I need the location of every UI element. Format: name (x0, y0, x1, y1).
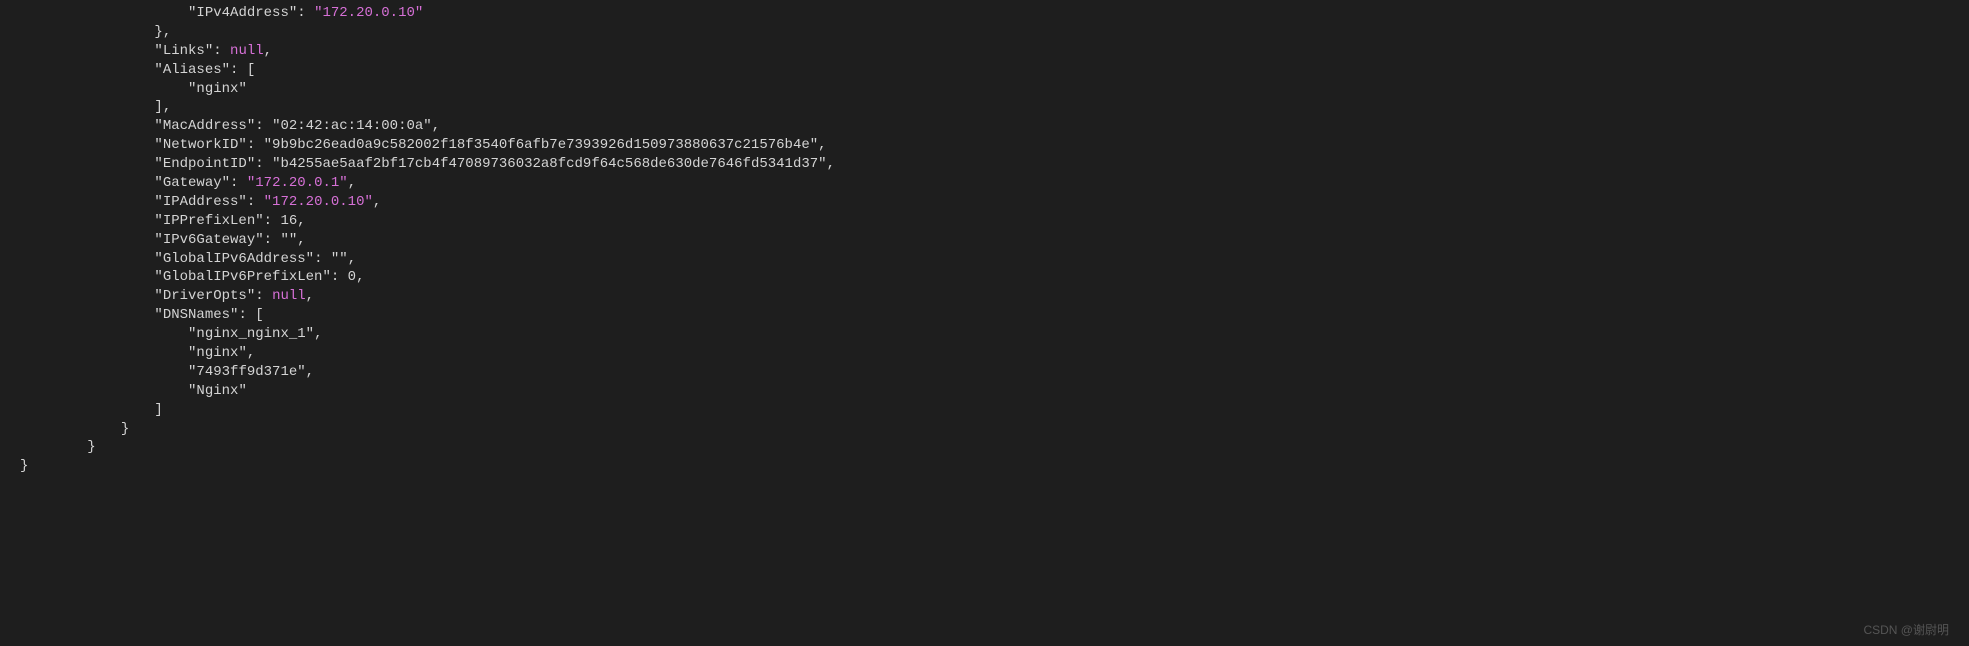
code-line: }, (20, 24, 171, 40)
code-line: "IPAddress": "172.20.0.10", (20, 194, 381, 210)
code-line: ] (20, 402, 163, 418)
code-line: "DriverOpts": null, (20, 288, 314, 304)
code-line: "NetworkID": "9b9bc26ead0a9c582002f18f35… (20, 137, 827, 153)
code-line: "IPv4Address": "172.20.0.10" (20, 5, 423, 21)
code-line: "IPPrefixLen": 16, (20, 213, 306, 229)
code-line: "EndpointID": "b4255ae5aaf2bf17cb4f47089… (20, 156, 835, 172)
json-code-block: "IPv4Address": "172.20.0.10" }, "Links":… (0, 0, 1969, 476)
code-line: "Aliases": [ (20, 62, 255, 78)
code-line: } (20, 421, 129, 437)
code-line: "MacAddress": "02:42:ac:14:00:0a", (20, 118, 440, 134)
code-line: } (20, 458, 28, 474)
code-line: "DNSNames": [ (20, 307, 264, 323)
code-line: "IPv6Gateway": "", (20, 232, 306, 248)
code-line: "Gateway": "172.20.0.1", (20, 175, 356, 191)
code-line: "nginx_nginx_1", (20, 326, 322, 342)
code-line: "GlobalIPv6Address": "", (20, 251, 356, 267)
code-line: "nginx" (20, 81, 247, 97)
code-line: ], (20, 99, 171, 115)
code-line: } (20, 439, 96, 455)
code-line: "Links": null, (20, 43, 272, 59)
code-line: "7493ff9d371e", (20, 364, 314, 380)
code-line: "nginx", (20, 345, 255, 361)
code-line: "GlobalIPv6PrefixLen": 0, (20, 269, 364, 285)
watermark-text: CSDN @谢尉明 (1863, 622, 1949, 638)
code-line: "Nginx" (20, 383, 247, 399)
